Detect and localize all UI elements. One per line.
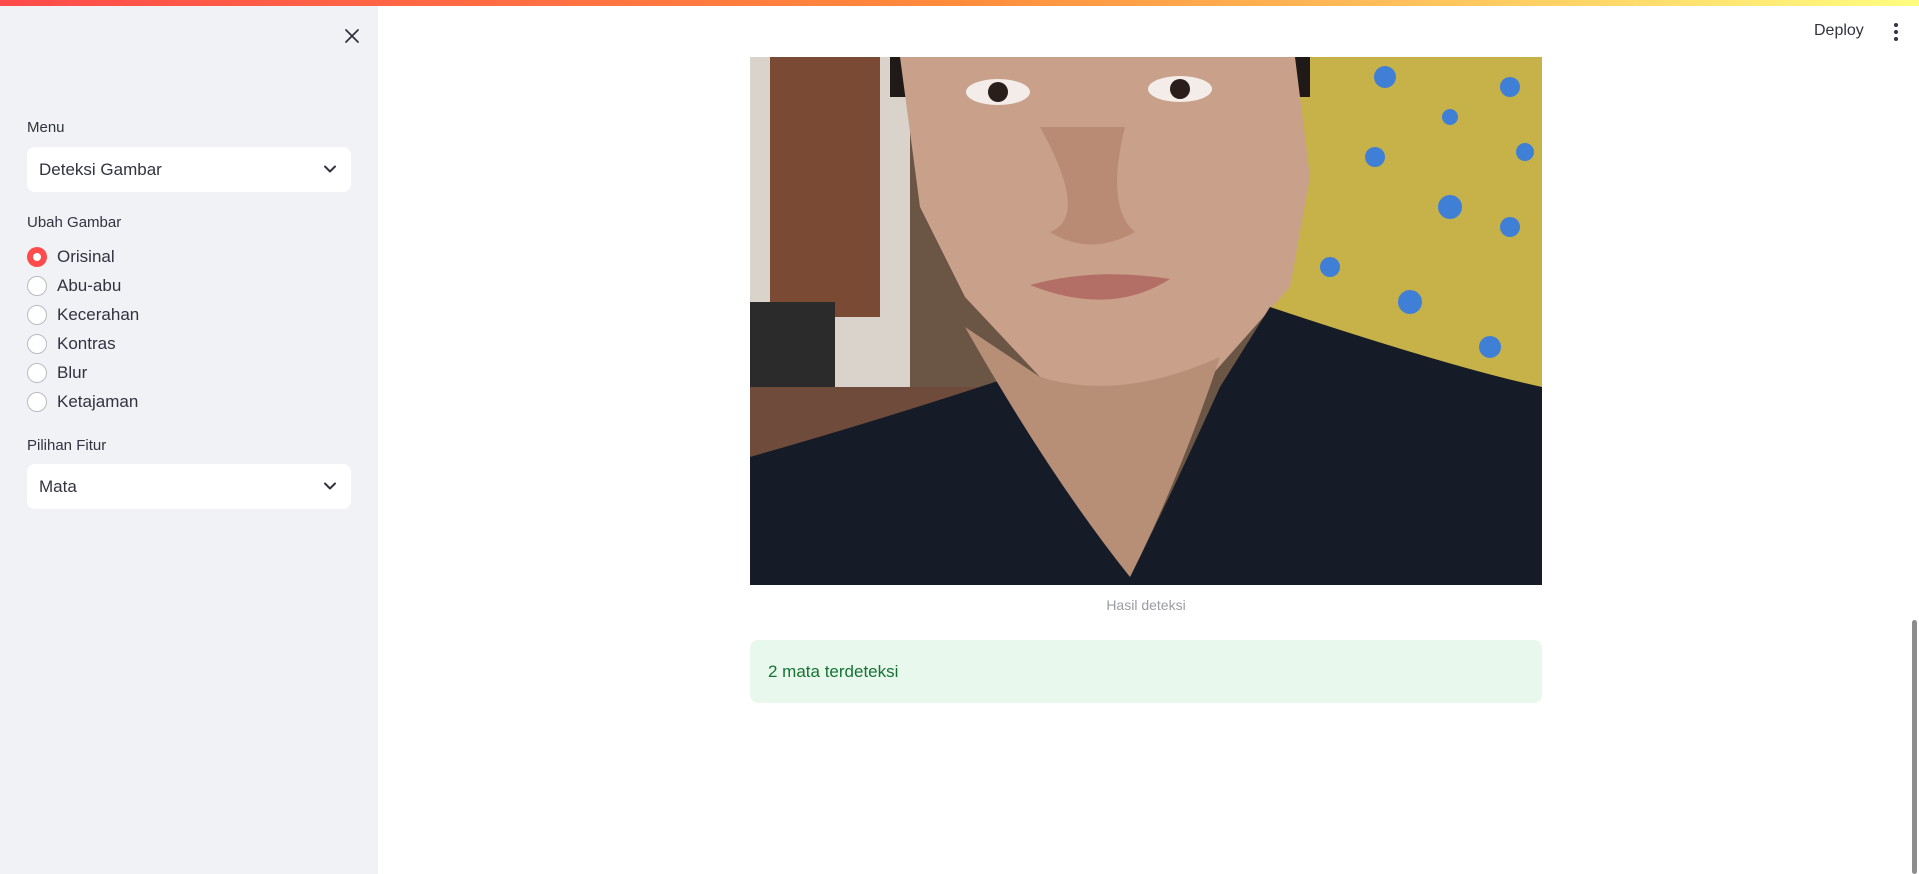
radio-indicator <box>27 362 47 383</box>
more-vertical-icon-dot <box>1894 30 1898 34</box>
face-photo <box>750 57 1542 585</box>
radio-indicator <box>27 391 47 412</box>
radio-abu-abu[interactable]: Abu-abu <box>27 271 139 300</box>
radio-blur[interactable]: Blur <box>27 358 139 387</box>
pilihan-fitur-label: Pilihan Fitur <box>27 437 107 454</box>
sidebar: Menu Deteksi Gambar Ubah Gambar Orisinal… <box>0 0 378 874</box>
menu-select-value: Deteksi Gambar <box>39 159 162 179</box>
image-caption: Hasil deteksi <box>1106 597 1186 613</box>
success-alert-text: 2 mata terdeteksi <box>768 661 899 681</box>
page-scrollbar[interactable] <box>1912 620 1917 874</box>
radio-label: Kecerahan <box>57 304 140 324</box>
main-menu-button[interactable] <box>1888 20 1904 44</box>
radio-ketajaman[interactable]: Ketajaman <box>27 387 139 416</box>
radio-label: Blur <box>57 362 88 382</box>
success-alert: 2 mata terdeteksi <box>750 640 1542 703</box>
chevron-down-icon <box>324 482 336 490</box>
radio-label: Ketajaman <box>57 391 139 411</box>
deploy-button[interactable]: Deploy <box>1810 20 1868 42</box>
radio-label: Orisinal <box>57 246 115 266</box>
more-vertical-icon-dot <box>1894 37 1898 41</box>
ubah-gambar-label: Ubah Gambar <box>27 214 122 231</box>
radio-kecerahan[interactable]: Kecerahan <box>27 300 139 329</box>
close-icon <box>345 29 359 43</box>
menu-select[interactable]: Deteksi Gambar <box>27 147 351 192</box>
radio-indicator <box>27 304 47 325</box>
fitur-select-value: Mata <box>39 476 77 496</box>
radio-label: Kontras <box>57 333 116 353</box>
radio-selected-indicator <box>27 246 47 267</box>
menu-label: Menu <box>27 119 65 136</box>
radio-indicator <box>27 333 47 354</box>
radio-orisinal[interactable]: Orisinal <box>27 242 139 271</box>
chevron-down-icon <box>324 165 336 173</box>
fitur-select[interactable]: Mata <box>27 464 351 509</box>
top-accent-bar <box>0 0 1919 6</box>
radio-indicator <box>27 275 47 296</box>
detection-result-image <box>750 57 1542 585</box>
ubah-gambar-radio-group: Orisinal Abu-abu Kecerahan Kontras Blur … <box>27 242 139 416</box>
close-sidebar-button[interactable] <box>338 22 366 50</box>
radio-kontras[interactable]: Kontras <box>27 329 139 358</box>
more-vertical-icon <box>1894 23 1898 27</box>
radio-label: Abu-abu <box>57 275 122 295</box>
